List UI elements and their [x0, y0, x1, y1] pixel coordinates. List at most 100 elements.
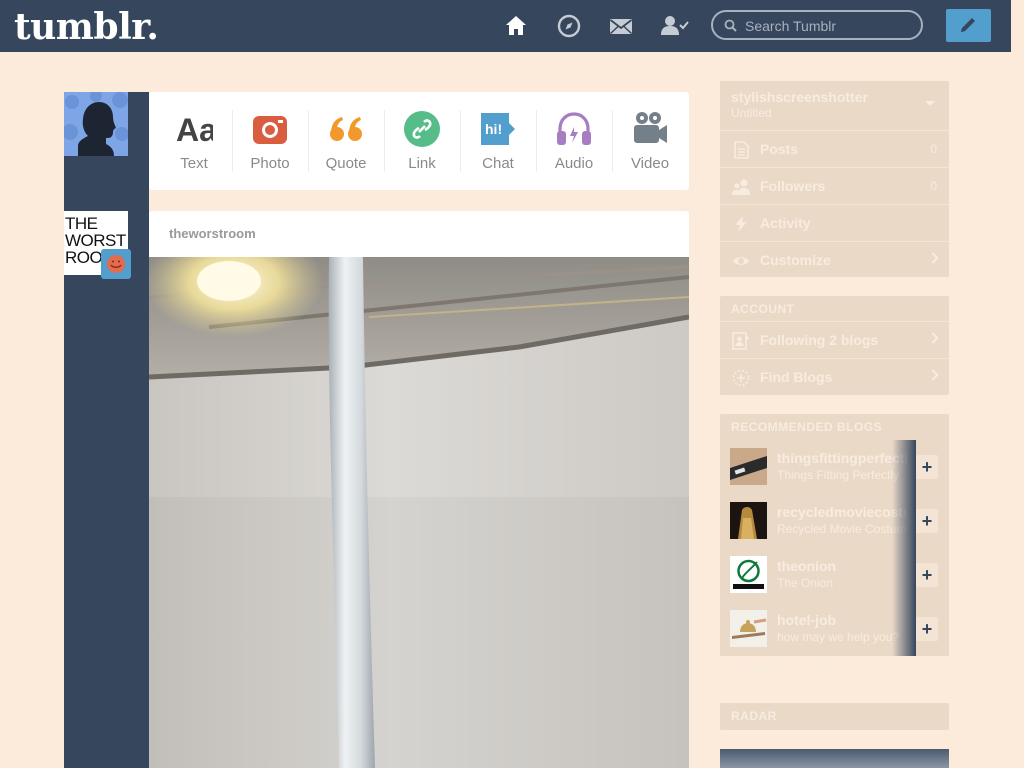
sidebar-item-following[interactable]: Following 2 blogs [720, 321, 949, 359]
svg-text:Aa: Aa [176, 112, 213, 148]
blog-subtitle: how may we help you? [777, 630, 900, 644]
post-type-label: Chat [482, 155, 514, 172]
the-onion-logo [730, 556, 767, 593]
blog-name: thingsfittingperfectly [777, 450, 907, 466]
sidebar-recommended-box: RECOMMENDED BLOGS thingsfittingperfectly… [720, 414, 949, 656]
post-type-label: Link [408, 155, 436, 172]
link-icon [404, 111, 440, 147]
silhouette-avatar-icon [64, 92, 128, 156]
things-fitting-thumbnail-image [730, 448, 767, 485]
sidebar-item-activity[interactable]: Activity [720, 204, 949, 242]
top-navigation-bar: tumblr. [0, 0, 1011, 52]
fade-overlay [892, 494, 916, 548]
sidebar-item-label: Customize [760, 252, 831, 268]
sidebar-item-label: Posts [760, 141, 799, 157]
video-camera-icon [634, 112, 667, 143]
my-avatar[interactable] [64, 92, 128, 156]
post-type-label: Quote [325, 155, 367, 172]
sidebar-radar-header: RADAR [720, 703, 949, 730]
post-type-label: Video [630, 155, 670, 172]
sidebar-account-box: ACCOUNT Following 2 blogs Find Blogs [720, 296, 949, 395]
sidebar-item-label: Activity [760, 215, 811, 231]
post-type-quote[interactable]: Quote [308, 92, 384, 190]
blog-name: theonion [777, 558, 837, 574]
hotel-bell-thumbnail-image [730, 610, 767, 647]
blog-name: hotel-job [777, 612, 837, 628]
search-box[interactable] [711, 10, 923, 40]
post-type-label: Text [180, 155, 208, 172]
sidebar-item-label: Following 2 blogs [760, 332, 879, 348]
post-type-label: Photo [250, 155, 290, 172]
sidebar-item-posts[interactable]: Posts 0 [720, 130, 949, 168]
text-aa-icon: Aa [176, 112, 213, 148]
home-icon[interactable] [503, 13, 529, 39]
fade-overlay [892, 548, 916, 602]
radar-header: RADAR [731, 709, 777, 723]
blog-thumbnail [730, 502, 767, 539]
followers-count: 0 [930, 179, 937, 193]
post-type-label: Audio [554, 155, 594, 172]
blog-name: recycledmoviecostumes [777, 504, 907, 520]
tumblr-logo[interactable]: tumblr. [14, 6, 159, 48]
follow-blog-button[interactable]: + [916, 617, 938, 641]
post-photo[interactable] [149, 257, 689, 768]
sidebar-item-followers[interactable]: Followers 0 [720, 167, 949, 205]
recommended-blog[interactable]: hotel-job how may we help you? + [720, 602, 949, 656]
sidebar-blog-box: stylishscreenshotter Untitled Posts 0 Fo… [720, 81, 949, 277]
chevron-right-icon [927, 252, 939, 264]
blog-header[interactable]: stylishscreenshotter Untitled [720, 81, 949, 130]
search-icon [724, 19, 737, 32]
follow-blog-button[interactable]: + [916, 509, 938, 533]
post-type-video[interactable]: Video [612, 92, 688, 190]
blog-thumbnail [730, 556, 767, 593]
follow-blog-button[interactable]: + [916, 455, 938, 479]
post-type-text[interactable]: Aa Text [156, 92, 232, 190]
post-author-link[interactable]: theworstroom [169, 226, 256, 241]
explore-all-link[interactable]: Explore all of Tumblr [731, 662, 840, 676]
dashboard-post: theworstroom [149, 211, 689, 768]
post-type-chat[interactable]: hi! Chat [460, 92, 536, 190]
compose-pencil-icon [961, 18, 975, 32]
compose-button[interactable] [946, 9, 991, 42]
new-post-types: Aa Text Photo Quote Link hi! Chat Audio … [149, 92, 689, 190]
dashboard-left-rail [64, 92, 149, 768]
recommended-blog[interactable]: theonion The Onion + [720, 548, 949, 602]
eye-icon [733, 257, 749, 265]
blog-subtitle: Recycled Movie Costumes [777, 522, 907, 536]
blog-subtitle: Untitled [731, 106, 772, 120]
sidebar-item-find-blogs[interactable]: Find Blogs [720, 358, 949, 396]
posts-count: 0 [930, 142, 937, 156]
recommended-blog[interactable]: recycledmoviecostumes Recycled Movie Cos… [720, 494, 949, 548]
blog-name: stylishscreenshotter [731, 89, 868, 105]
chevron-right-icon [927, 332, 939, 344]
explore-compass-icon[interactable] [556, 13, 582, 39]
sidebar-item-label: Followers [760, 178, 826, 194]
costume-thumbnail-image [730, 502, 767, 539]
post-avatar-badge [101, 249, 131, 279]
chevron-down-icon [925, 101, 935, 106]
sidebar-item-customize[interactable]: Customize [720, 241, 949, 279]
recommended-header: RECOMMENDED BLOGS [731, 420, 883, 434]
follow-blog-button[interactable]: + [916, 563, 938, 587]
blog-subtitle: Things Fitting Perfectly [777, 468, 900, 482]
post-type-photo[interactable]: Photo [232, 92, 308, 190]
camera-icon [253, 116, 287, 144]
search-input[interactable] [743, 15, 917, 37]
find-blogs-icon [732, 369, 750, 387]
account-icon[interactable] [660, 13, 689, 39]
post-type-audio[interactable]: Audio [536, 92, 612, 190]
following-icon [732, 332, 749, 350]
headphones-icon [557, 112, 591, 145]
account-header: ACCOUNT [731, 302, 795, 316]
fade-overlay [892, 602, 916, 656]
chevron-right-icon [927, 369, 939, 381]
quote-icon [330, 117, 362, 141]
svg-text:hi!: hi! [485, 121, 502, 137]
lightning-icon [735, 216, 747, 232]
blog-thumbnail [730, 448, 767, 485]
inbox-mail-icon[interactable] [608, 13, 634, 39]
post-type-link[interactable]: Link [384, 92, 460, 190]
document-icon [734, 141, 749, 159]
recommended-blog[interactable]: thingsfittingperfectly Things Fitting Pe… [720, 440, 949, 494]
radar-post-preview[interactable] [720, 749, 949, 768]
